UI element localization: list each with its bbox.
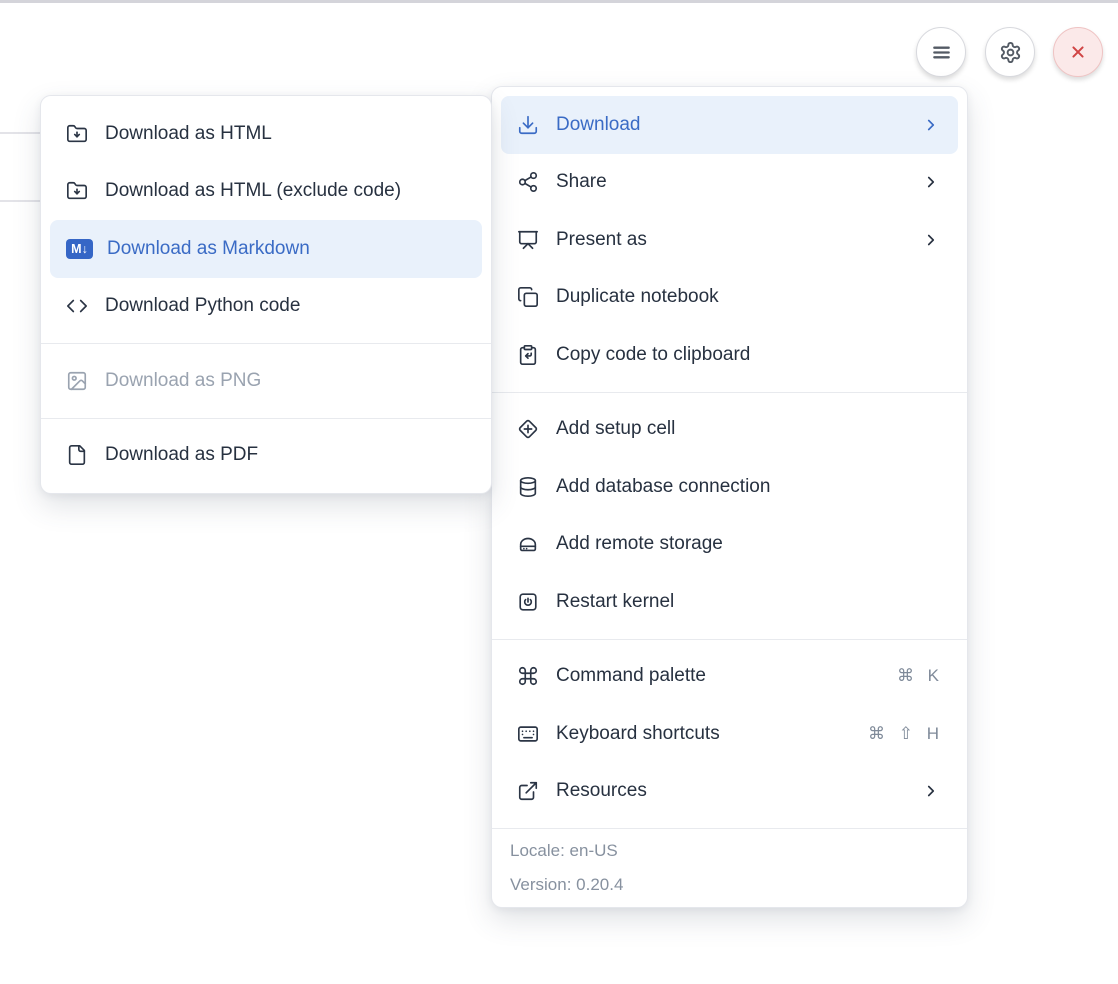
background-page-line: [0, 132, 41, 134]
background-page-line: [0, 200, 41, 202]
menu-item-label: Download as PNG: [105, 370, 261, 392]
menu-item-download[interactable]: Download: [501, 96, 958, 154]
menu-item-label: Copy code to clipboard: [556, 344, 750, 366]
menu-item-label: Download as HTML: [105, 123, 272, 145]
menu-item-label: Download as Markdown: [107, 238, 310, 260]
gear-icon: [999, 41, 1022, 64]
menu-item-resources[interactable]: Resources: [501, 763, 958, 821]
menu-item-label: Add remote storage: [556, 533, 723, 555]
file-icon: [66, 444, 88, 466]
chevron-right-icon: [922, 231, 940, 249]
menu-item-command-palette[interactable]: Command palette ⌘ K: [501, 648, 958, 706]
window-top-edge: [0, 0, 1118, 3]
menu-item-label: Download as PDF: [105, 444, 258, 466]
chevron-right-icon: [922, 782, 940, 800]
menu-item-label: Download Python code: [105, 295, 300, 317]
menu-item-label: Restart kernel: [556, 591, 674, 613]
submenu-item-download-html-exclude-code[interactable]: Download as HTML (exclude code): [50, 163, 482, 221]
menu-item-label: Download: [556, 114, 641, 136]
folder-down-icon: [66, 180, 88, 202]
menu-item-duplicate-notebook[interactable]: Duplicate notebook: [501, 269, 958, 327]
menu-footer: Locale: en-US Version: 0.20.4: [492, 828, 967, 898]
database-icon: [517, 476, 539, 498]
settings-button[interactable]: [985, 27, 1035, 77]
menu-item-copy-code[interactable]: Copy code to clipboard: [501, 326, 958, 384]
notebook-menu: Download Share Present as Duplicate note…: [491, 86, 968, 908]
menu-item-label: Resources: [556, 780, 647, 802]
power-icon: [517, 591, 539, 613]
shortcut-hint: ⌘ ⇧ H: [868, 724, 940, 744]
download-icon: [517, 114, 539, 136]
markdown-badge: M↓: [66, 239, 93, 259]
keyboard-icon: [517, 723, 539, 745]
menu-item-label: Keyboard shortcuts: [556, 723, 720, 745]
submenu-item-download-python-code[interactable]: Download Python code: [50, 278, 482, 336]
markdown-icon: M↓: [66, 238, 93, 260]
submenu-item-download-png: Download as PNG: [50, 352, 482, 410]
share-icon: [517, 171, 539, 193]
menu-item-label: Present as: [556, 229, 647, 251]
hard-drive-icon: [517, 533, 539, 555]
menu-item-restart-kernel[interactable]: Restart kernel: [501, 573, 958, 631]
menu-separator: [492, 392, 967, 393]
command-icon: [517, 665, 539, 687]
submenu-item-download-pdf[interactable]: Download as PDF: [50, 427, 482, 485]
menu-item-keyboard-shortcuts[interactable]: Keyboard shortcuts ⌘ ⇧ H: [501, 705, 958, 763]
menu-item-present-as[interactable]: Present as: [501, 211, 958, 269]
chevron-right-icon: [922, 116, 940, 134]
copy-icon: [517, 286, 539, 308]
code-icon: [66, 295, 88, 317]
hamburger-icon: [930, 41, 953, 64]
locale-text: Locale: en-US: [510, 838, 949, 864]
external-link-icon: [517, 780, 539, 802]
chevron-right-icon: [922, 173, 940, 191]
submenu-item-download-markdown[interactable]: M↓ Download as Markdown: [50, 220, 482, 278]
menu-separator: [41, 343, 491, 344]
menu-item-label: Add setup cell: [556, 418, 675, 440]
download-submenu: Download as HTML Download as HTML (exclu…: [40, 95, 492, 494]
diamond-plus-icon: [517, 418, 539, 440]
image-icon: [66, 370, 88, 392]
menu-item-add-database-connection[interactable]: Add database connection: [501, 458, 958, 516]
menu-separator: [41, 418, 491, 419]
menu-item-share[interactable]: Share: [501, 154, 958, 212]
menu-item-label: Download as HTML (exclude code): [105, 180, 401, 202]
close-icon: [1067, 41, 1089, 63]
menu-item-label: Command palette: [556, 665, 706, 687]
menu-item-add-remote-storage[interactable]: Add remote storage: [501, 516, 958, 574]
presentation-icon: [517, 229, 539, 251]
menu-item-label: Share: [556, 171, 607, 193]
menu-item-label: Duplicate notebook: [556, 286, 719, 308]
menu-item-label: Add database connection: [556, 476, 770, 498]
folder-down-icon: [66, 123, 88, 145]
menu-separator: [492, 639, 967, 640]
submenu-item-download-html[interactable]: Download as HTML: [50, 105, 482, 163]
close-button[interactable]: [1053, 27, 1103, 77]
shortcut-hint: ⌘ K: [897, 666, 940, 686]
menu-item-add-setup-cell[interactable]: Add setup cell: [501, 401, 958, 459]
version-text: Version: 0.20.4: [510, 872, 949, 898]
clipboard-copy-icon: [517, 344, 539, 366]
notebook-menu-button[interactable]: [916, 27, 966, 77]
